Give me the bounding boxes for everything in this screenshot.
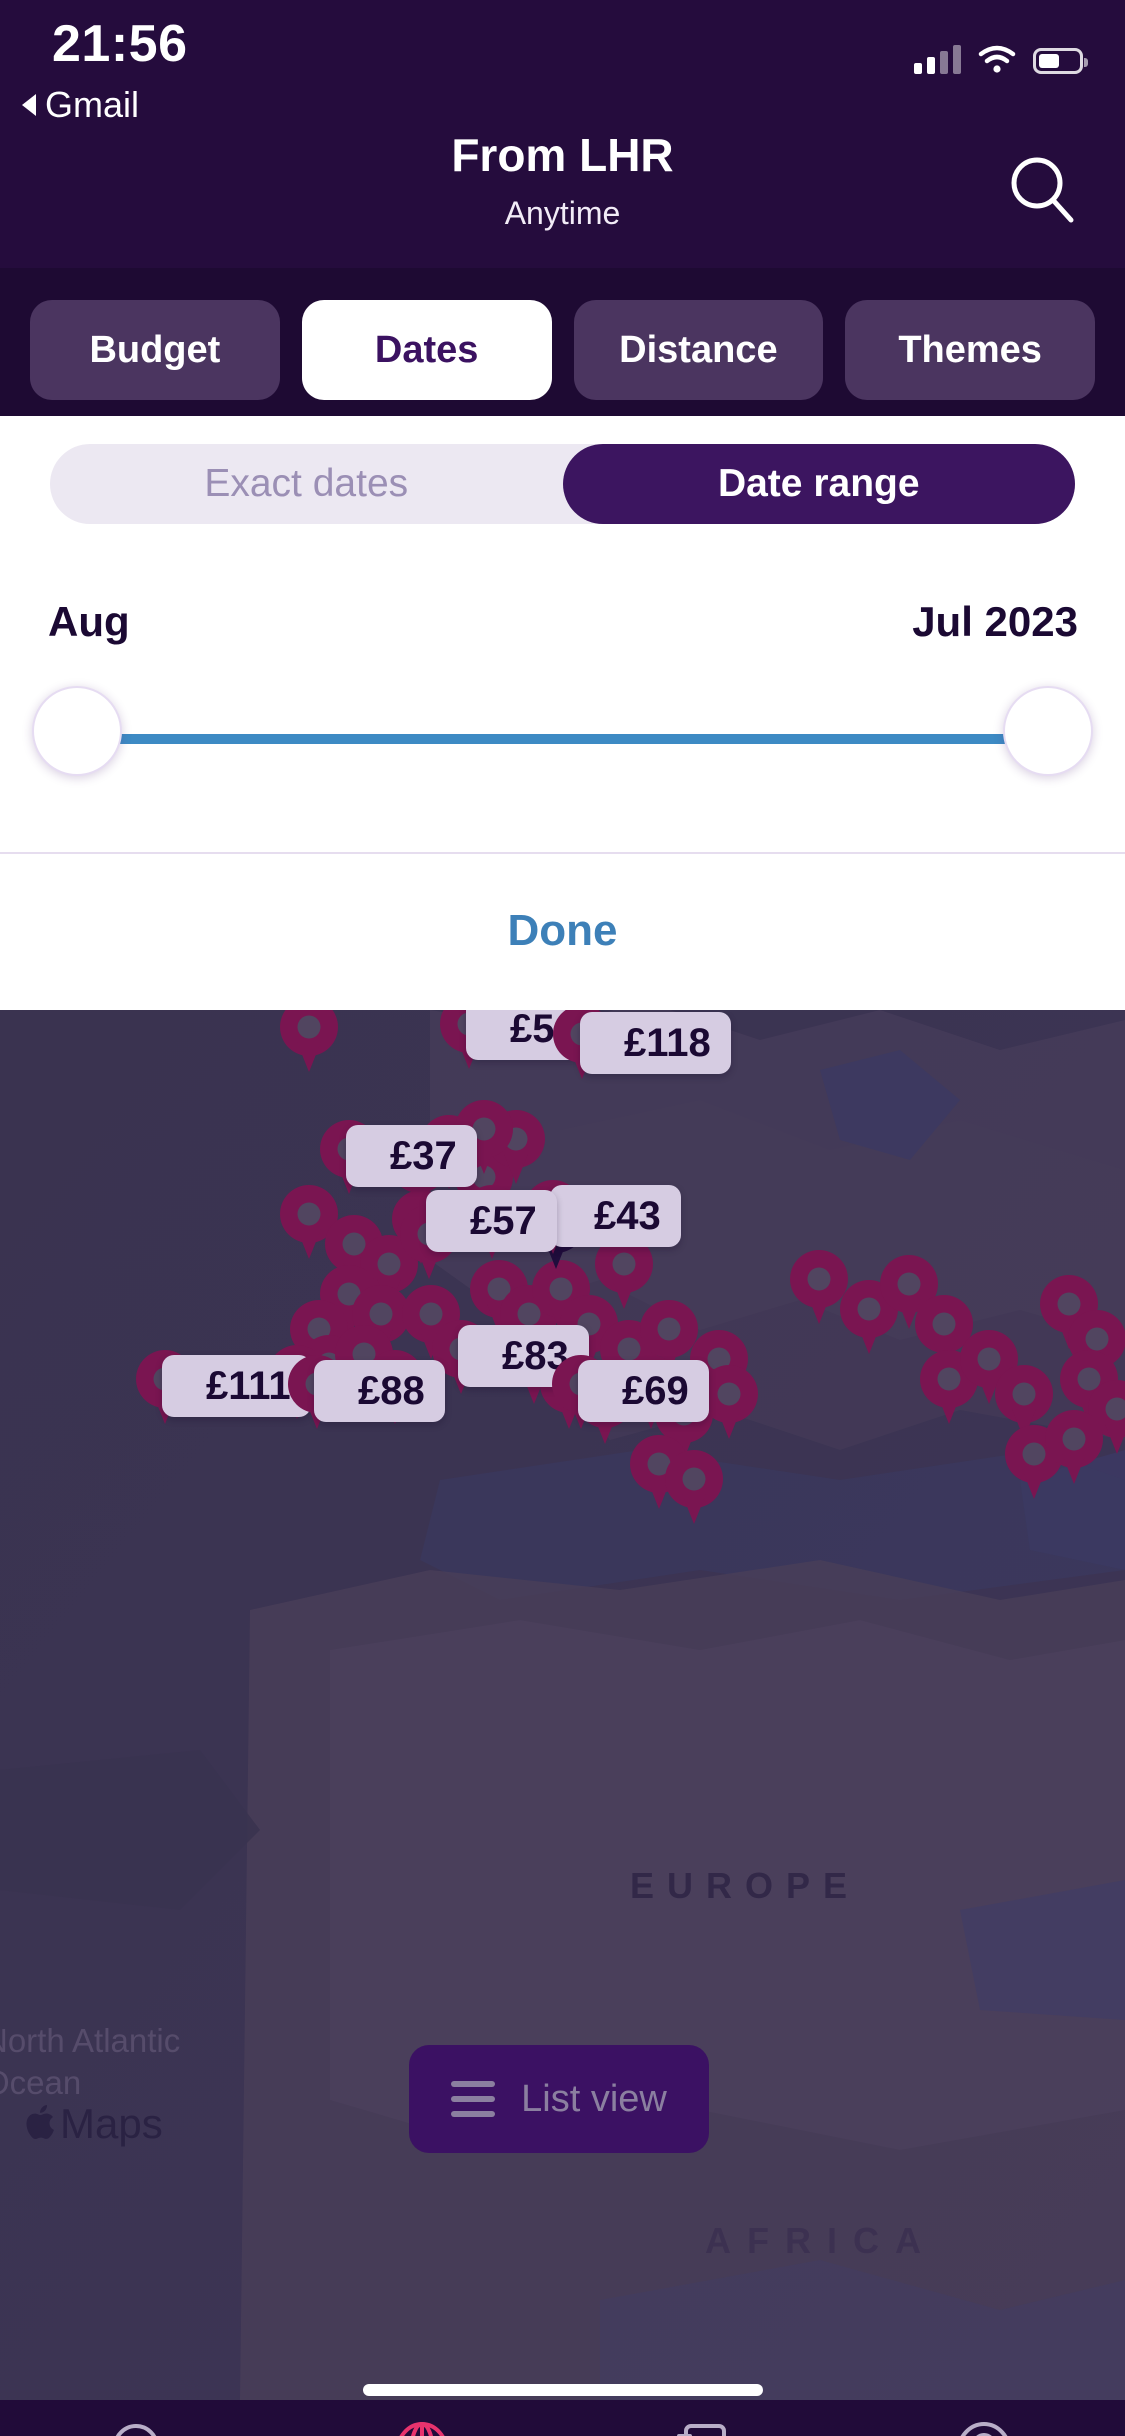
- status-bar: 21:56 Gmail: [0, 0, 1125, 130]
- date-range-slider[interactable]: [0, 686, 1125, 796]
- app-header: 21:56 Gmail From LHR Anytime Budget Date…: [0, 0, 1125, 400]
- map-price-label[interactable]: £37: [346, 1125, 477, 1187]
- segment-date-range[interactable]: Date range: [562, 444, 1075, 524]
- back-app-label: Gmail: [45, 84, 140, 125]
- tab-profile[interactable]: Profile: [844, 2418, 1125, 2436]
- map-ocean-label: North Atlantic Ocean: [0, 2022, 181, 2101]
- tab-trips[interactable]: Trips: [563, 2418, 844, 2436]
- slider-handle-end[interactable]: [1003, 686, 1093, 776]
- dates-filter-panel: Exact dates Date range Aug Jul 2023 Done: [0, 416, 1125, 1010]
- slider-handle-start[interactable]: [32, 686, 122, 776]
- map-pin[interactable]: [665, 1450, 723, 1524]
- map-price-label[interactable]: £69: [578, 1360, 709, 1422]
- date-mode-segmented-control: Exact dates Date range: [50, 444, 1075, 524]
- range-end-label: Jul 2023: [912, 598, 1078, 645]
- map-canvas[interactable]: EUROPE AFRICA North Atlantic Ocean: [0, 1010, 1125, 2400]
- notebook-heart-icon: [668, 2418, 738, 2436]
- map-price-label[interactable]: £57: [426, 1190, 557, 1252]
- map-pin[interactable]: [280, 1010, 338, 1072]
- back-to-app-link[interactable]: Gmail: [22, 84, 139, 126]
- list-view-button[interactable]: List view: [409, 2045, 709, 2153]
- hamburger-icon: [451, 2081, 496, 2117]
- filter-chip-dates[interactable]: Dates: [301, 300, 552, 400]
- map-pin[interactable]: [1045, 1410, 1103, 1484]
- map-price-label[interactable]: £88: [314, 1360, 445, 1422]
- map-price-label[interactable]: £43: [550, 1185, 681, 1247]
- home-indicator: [362, 2384, 763, 2396]
- search-icon: [106, 2418, 176, 2436]
- wifi-icon: [977, 44, 1017, 74]
- apple-logo-icon: [26, 2105, 54, 2140]
- filter-chip-bar: Budget Dates Distance Themes: [0, 300, 1125, 406]
- tab-explore[interactable]: Explore: [281, 2418, 562, 2436]
- person-icon: [949, 2418, 1019, 2436]
- tab-search[interactable]: Search: [0, 2418, 281, 2436]
- globe-icon: [387, 2418, 457, 2436]
- battery-icon: [1033, 48, 1088, 74]
- list-view-label: List view: [521, 2077, 667, 2120]
- map-price-label[interactable]: £118: [580, 1012, 731, 1074]
- app-root: 21:56 Gmail From LHR Anytime Budget Date…: [0, 0, 1125, 2436]
- back-triangle-icon: [22, 94, 36, 116]
- search-icon[interactable]: [1004, 152, 1080, 228]
- apple-maps-attribution: Maps: [22, 2100, 163, 2148]
- bottom-tab-bar: Search Explore: [0, 2400, 1125, 2436]
- filter-chip-distance[interactable]: Distance: [573, 300, 824, 400]
- status-bar-time: 21:56: [52, 15, 188, 73]
- apple-maps-label: Maps: [60, 2100, 163, 2147]
- filter-chip-budget[interactable]: Budget: [30, 300, 280, 400]
- page-subtitle: Anytime: [504, 195, 621, 231]
- done-button[interactable]: Done: [0, 852, 1125, 1010]
- segment-exact-dates[interactable]: Exact dates: [50, 444, 563, 524]
- page-title: From LHR: [451, 129, 674, 181]
- status-bar-indicators: [914, 32, 1088, 74]
- slider-track: [86, 734, 1041, 744]
- map-region-label-africa: AFRICA: [705, 2220, 937, 2261]
- cellular-signal-icon: [914, 44, 961, 74]
- range-start-label: Aug: [48, 598, 130, 645]
- filter-chip-themes[interactable]: Themes: [845, 300, 1095, 400]
- map-region-label-europe: EUROPE: [630, 1865, 861, 1906]
- date-range-labels: Aug Jul 2023: [48, 598, 1078, 646]
